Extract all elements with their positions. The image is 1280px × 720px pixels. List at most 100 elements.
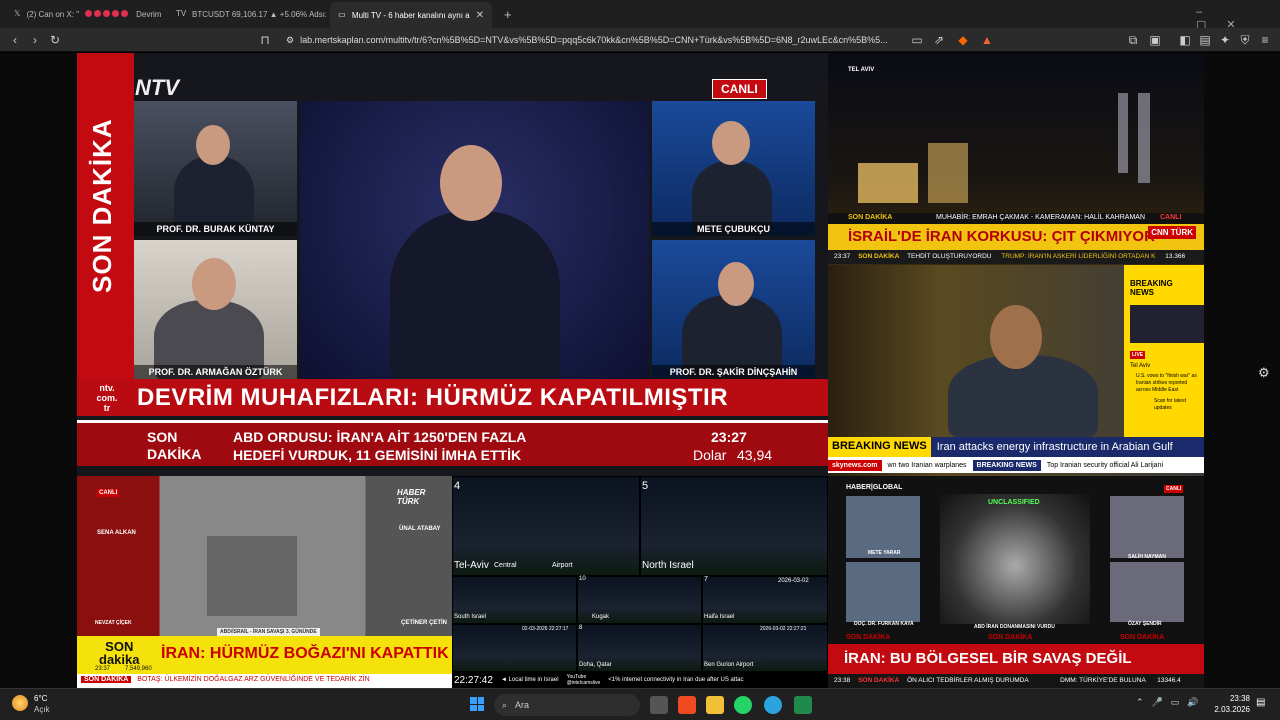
cam-label: Doha, Qatar [579, 662, 612, 668]
tab-label-suffix: Devrim [136, 9, 162, 19]
weather-desc: Açık [34, 705, 50, 714]
cast-icon[interactable]: ▭ [908, 31, 926, 49]
usd-label: Dolar [693, 447, 727, 463]
new-tab-button[interactable]: + [496, 0, 516, 28]
windows-taskbar: 6°C Açık ⌕ Ara ⌃🎤▭🔊 23:38 2.03.2026 ▤ [0, 688, 1280, 720]
bookmark-icon[interactable]: ⊓ [256, 31, 274, 49]
sky-headline: Iran attacks energy infrastructure in Ar… [936, 441, 1173, 453]
guest-cell-4: PROF. DR. ŞAKİR DİNÇŞAHİN [652, 240, 815, 380]
sidebar-icon[interactable]: ◧ [1176, 31, 1194, 49]
ticker-text: wn two Iranian warplanes [887, 461, 967, 469]
telegram-icon[interactable] [764, 696, 782, 714]
cam-label: Kugak [592, 614, 610, 620]
local-time-note: ◄ Local time in Israel [500, 677, 559, 683]
weather-icon[interactable] [12, 695, 28, 711]
settings-gear-icon[interactable]: ⚙ [1258, 365, 1270, 381]
brave-browser-icon[interactable] [678, 696, 696, 714]
hg-caption: ABD İRAN DONANMASINI VURDU [974, 624, 1055, 630]
task-view-icon[interactable] [650, 696, 668, 714]
sky-ticker: skynews.com wn two Iranian warplanes BRE… [828, 457, 1204, 473]
sky-news-stream[interactable]: BREAKING NEWS LIVE Tel Aviv U.S. vows to… [828, 265, 1204, 477]
cam-label: Central [494, 562, 517, 569]
cam-label: Haifa Israel [704, 614, 735, 620]
search-icon: ⌕ [502, 699, 508, 710]
ticker-label: SON DAKİKA [81, 676, 132, 683]
vpn-icon[interactable]: ⛨ [1236, 31, 1254, 49]
live-badge: CANLI [712, 79, 767, 99]
cam-timestamp: 2026-03-02 22:27:21 [760, 626, 807, 632]
weather-temp: 6°C [34, 694, 48, 703]
ntv-headline: DEVRİM MUHAFIZLARI: HÜRMÜZ KAPATILMIŞTIR [137, 383, 729, 411]
ntv-logo: NTV [135, 75, 179, 100]
sd-label: SON DAKİKA [846, 634, 891, 641]
app-icon[interactable] [794, 696, 812, 714]
guest-name: PROF. DR. ARMAĞAN ÖZTÜRK [134, 365, 297, 379]
tab-label: (2) Can on X: " [26, 9, 80, 19]
ticker-label: BREAKING NEWS [972, 459, 1041, 471]
hg-headline-bar: İRAN: BU BÖLGESEL BİR SAVAŞ DEĞİL [828, 644, 1204, 674]
haber-turk-stream[interactable]: CANLI HABER TÜRK SENA ALKAN ÜNAL ATABAY … [77, 476, 452, 688]
cam-timestamp: 02-03-2026 22:27:17 [522, 626, 569, 632]
cnn-headline: İSRAİL'DE İRAN KORKUSU: ÇIT ÇIKMIYOR [848, 228, 1155, 245]
ticker-label: SON DAKİKA [858, 677, 900, 684]
cnn-ticker: 23:37 SON DAKİKA TEHDİT OLUŞTURUYORDU TR… [828, 250, 1204, 264]
ntv-stream[interactable]: SON DAKİKA NTV CANLI PROF. DR. BURAK KÜN… [77, 53, 828, 476]
live-badge: CANLI [1160, 214, 1182, 221]
breaking-label: BREAKING NEWS [828, 437, 931, 457]
tab-multitv[interactable]: ▭ Multi TV - 6 haber kanalını aynı a ✕ [330, 2, 492, 28]
ticker-text: BOTAŞ: ÜLKEMİZİN DOĞALGAZ ARZ GÜVENLİĞİN… [137, 676, 370, 683]
ticker-text: Top Iranian security official Ali Larija… [1046, 461, 1164, 469]
notification-icon[interactable]: ▤ [1256, 697, 1265, 708]
share-icon[interactable]: ⇗ [930, 31, 948, 49]
start-button-icon[interactable] [470, 697, 484, 711]
cam-label: Airport [552, 562, 573, 569]
address-bar[interactable]: ⚙ lab.mertskaplan.com/multitv/tr/6?cn%5B… [278, 31, 1000, 49]
site-info-icon[interactable]: ⚙ [286, 35, 294, 46]
israel-clock: 22:27:42 [454, 674, 493, 686]
taskbar-search[interactable]: ⌕ Ara [494, 694, 640, 716]
ticker-text: ÖN ALICI TEDBİRLER ALMIŞ DURUMDA [907, 677, 1029, 684]
ht-time: 23:37 [95, 666, 111, 672]
ticker-value: 13346.4 [1157, 677, 1181, 684]
whatsapp-icon[interactable] [734, 696, 752, 714]
guest-name: METE YARAR [868, 550, 901, 556]
guest-name: ÜNAL ATABAY [399, 526, 441, 532]
screenshot-icon[interactable]: ▣ [1146, 31, 1164, 49]
file-explorer-icon[interactable] [706, 696, 724, 714]
close-tab-icon[interactable]: ✕ [476, 10, 484, 21]
tab-tradingview[interactable]: TV BTCUSDT 69,106.17 ▲ +5.06% Adsız [168, 0, 326, 28]
ticker-line-2: HEDEFİ VURDUK, 11 GEMİSİNİ İMHA ETTİK [233, 447, 522, 463]
israel-cams-stream[interactable]: 4 5 Tel-Aviv Central Airport North Israe… [452, 476, 828, 688]
ntv-clock: 23:27 [711, 429, 747, 445]
menu-icon[interactable]: ≡ [1256, 31, 1274, 49]
ticker-label: SON DAKİKA [147, 429, 202, 462]
ntv-headline-bar: ntv. com. tr DEVRİM MUHAFIZLARI: HÜRMÜZ … [77, 379, 828, 416]
haber-global-stream[interactable]: HABER|GLOBAL CANLI UNCLASSIFIED METE YAR… [828, 476, 1204, 688]
cnn-headline-bar: İSRAİL'DE İRAN KORKUSU: ÇIT ÇIKMIYOR CNN… [828, 224, 1204, 250]
extensions-icon[interactable]: ⧉ [1124, 31, 1142, 49]
cnn-logo: CNN TÜRK [1148, 226, 1196, 239]
cam-label: Tel-Aviv [454, 560, 489, 571]
tray-icons[interactable]: ⌃🎤▭🔊 [1136, 697, 1206, 708]
ticker-label: SON DAKİKA [858, 253, 900, 260]
reload-icon[interactable]: ↻ [46, 31, 64, 49]
hg-logo: HABER|GLOBAL [846, 484, 903, 491]
ntv-site: ntv. com. tr [96, 382, 118, 413]
footer-note: <1% internet connectivity in Iran due af… [608, 677, 744, 683]
guest-name: DOÇ. DR. FURKAN KAYA [854, 621, 914, 627]
ht-count: 7,549,960 [125, 666, 152, 672]
back-icon[interactable]: ‹ [6, 31, 24, 49]
brave-shield-icon[interactable]: ◆ [954, 31, 972, 49]
leo-icon[interactable]: ✦ [1216, 31, 1234, 49]
tab-twitter[interactable]: 𝕏 (2) Can on X: " Devrim [6, 0, 164, 28]
ticker-text: TRUMP: İRAN'IN ASKERİ LİDERLİĞİNİ ORTADA… [1001, 253, 1156, 260]
cam-number: 4 [454, 480, 461, 492]
forward-icon[interactable]: › [26, 31, 44, 49]
wallet-icon[interactable]: ▤ [1196, 31, 1214, 49]
sd-label: SON DAKİKA [1120, 634, 1165, 641]
cnn-turk-stream[interactable]: TEL AVIV SON DAKİKA MUHABİR: EMRAH ÇAKMA… [828, 53, 1204, 265]
brave-rewards-icon[interactable]: ▲ [978, 31, 996, 49]
ht-logo: HABER TÜRK [397, 488, 426, 506]
live-badge: CANLI [97, 489, 120, 497]
cam-number: 10 [579, 576, 586, 582]
